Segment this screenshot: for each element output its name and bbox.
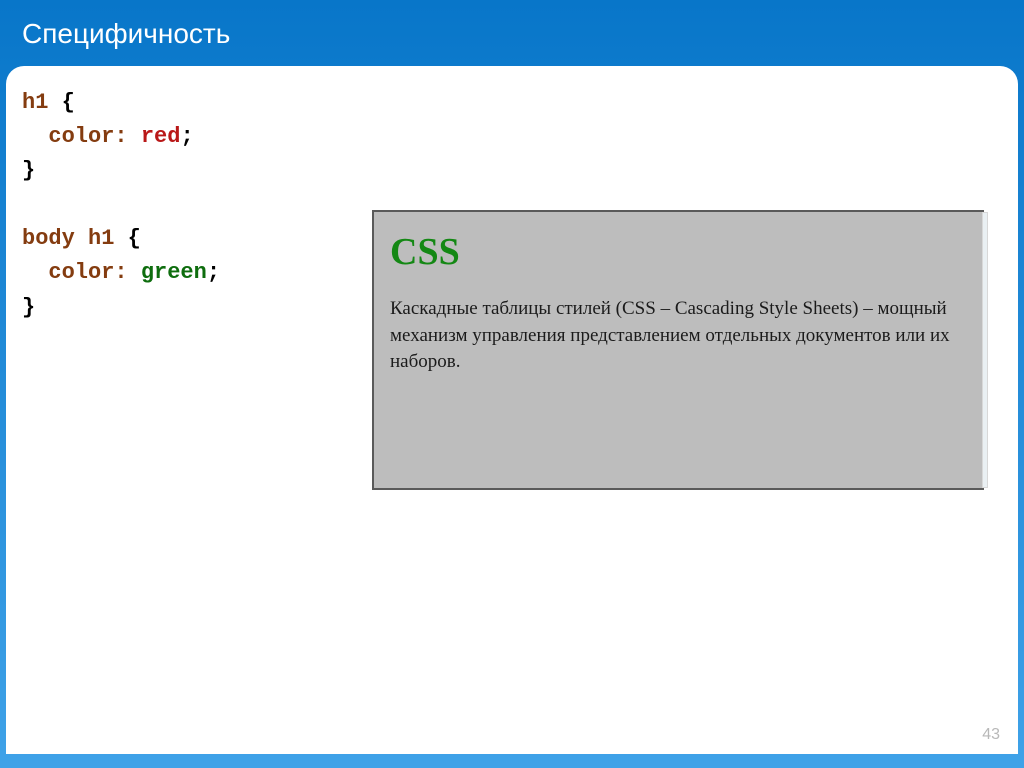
preview-heading: CSS [390, 230, 966, 274]
slide-body: h1 { color: red; } body h1 { color: gree… [6, 66, 1018, 754]
code-value: green [128, 260, 207, 285]
code-brace: { [48, 90, 74, 115]
code-selector: h1 [22, 90, 48, 115]
preview-paragraph: Каскадные таблицы стилей (CSS – Cascadin… [390, 296, 966, 376]
page-number: 43 [982, 726, 1000, 744]
code-brace: } [22, 158, 35, 183]
preview-scroll-edge [982, 212, 988, 488]
code-value: red [128, 124, 181, 149]
code-semicolon: ; [180, 124, 193, 149]
code-selector: body h1 [22, 226, 114, 251]
code-brace: { [114, 226, 140, 251]
rendered-preview: CSS Каскадные таблицы стилей (CSS – Casc… [372, 210, 984, 490]
code-property: color: [22, 260, 128, 285]
code-semicolon: ; [207, 260, 220, 285]
slide-title: Специфичность [0, 0, 1024, 66]
code-brace: } [22, 295, 35, 320]
code-property: color: [22, 124, 128, 149]
